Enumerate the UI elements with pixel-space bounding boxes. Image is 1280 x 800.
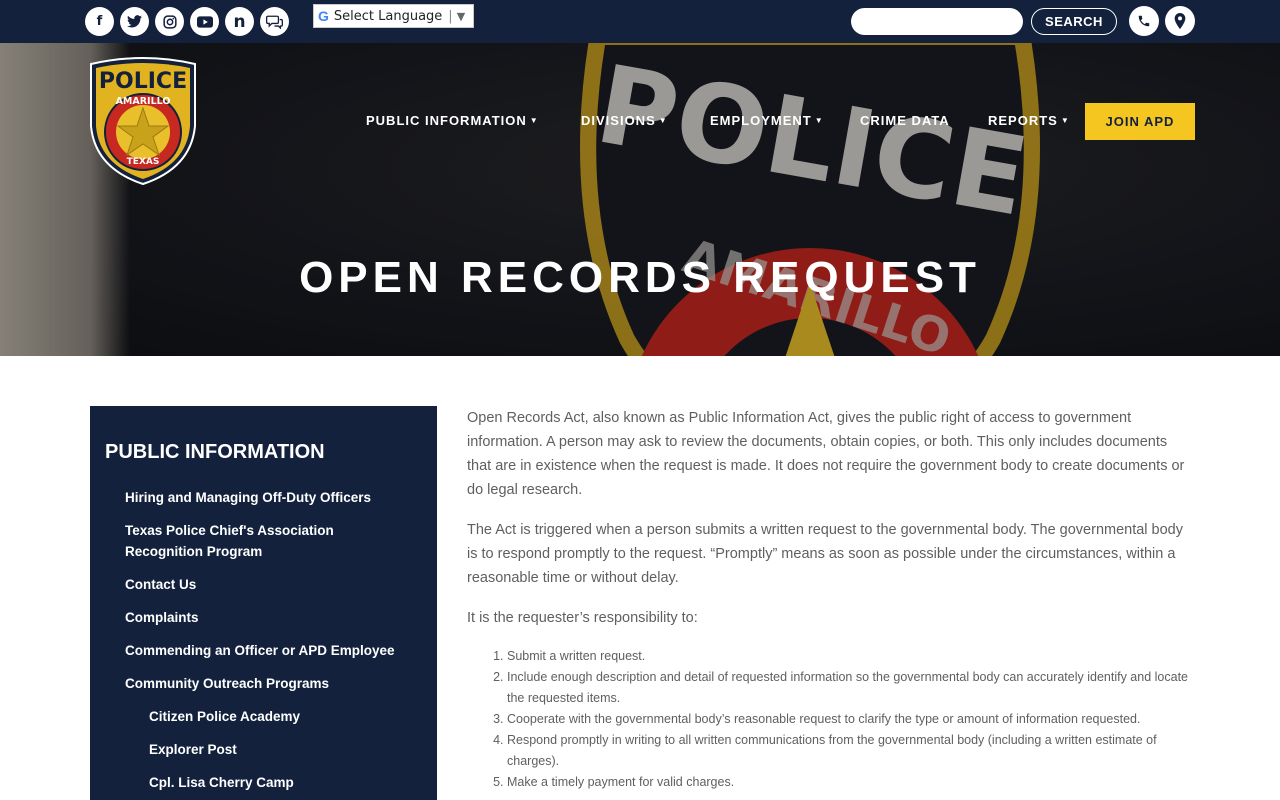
sidebar-item-recognition-program[interactable]: Texas Police Chief's Association Recogni… [125,520,375,562]
sidebar-title: PUBLIC INFORMATION [105,441,325,463]
caret-down-icon: ▼ [1060,116,1070,125]
language-separator: | [448,8,453,24]
list-item: Include enough description and detail of… [507,667,1193,709]
sidebar-item-lisa-cherry-camp[interactable]: Cpl. Lisa Cherry Camp [149,772,419,793]
sidebar-item-commending-officer[interactable]: Commending an Officer or APD Employee [125,640,425,661]
nav-label: CRIME DATA [860,113,950,128]
nav-divisions[interactable]: DIVISIONS ▼ [581,113,668,128]
top-bar: f n G Select Language | ▼ SEARCH [0,0,1280,43]
intro-paragraph: Open Records Act, also known as Public I… [467,410,1185,498]
list-item: Respond promptly in writing to all writt… [507,730,1193,772]
search-button[interactable]: SEARCH [1031,8,1117,35]
trigger-paragraph: The Act is triggered when a person submi… [467,522,1184,586]
caret-down-icon: ▼ [814,116,824,125]
join-apd-button[interactable]: JOIN APD [1085,103,1195,140]
sidebar: PUBLIC INFORMATION Hiring and Managing O… [90,406,437,800]
caret-down-icon: ▼ [658,116,668,125]
nav-crime-data[interactable]: CRIME DATA [860,113,950,128]
nav-public-information[interactable]: PUBLIC INFORMATION ▼ [366,113,539,128]
responsibility-list: Submit a written request. Include enough… [467,646,1193,793]
svg-text:AMARILLO: AMARILLO [116,96,171,107]
list-item: Submit a written request. [507,646,1193,667]
svg-text:TEXAS: TEXAS [127,157,160,167]
sidebar-item-community-outreach[interactable]: Community Outreach Programs [125,673,425,694]
instagram-icon[interactable] [155,7,184,36]
nav-label: PUBLIC INFORMATION [366,113,527,128]
nav-label: REPORTS [988,113,1058,128]
chevron-down-icon: ▼ [456,9,466,23]
language-select[interactable]: G Select Language | ▼ [313,4,474,28]
list-item: Cooperate with the governmental body’s r… [507,709,1193,730]
sidebar-item-citizen-police-academy[interactable]: Citizen Police Academy [149,706,419,727]
chat-icon[interactable] [260,7,289,36]
apd-logo[interactable]: POLICE AMARILLO TEXAS [87,56,199,186]
sidebar-item-explorer-post[interactable]: Explorer Post [149,739,419,760]
nav-label: DIVISIONS [581,113,656,128]
nav-label: EMPLOYMENT [710,113,812,128]
nav-employment[interactable]: EMPLOYMENT ▼ [710,113,824,128]
google-icon: G [318,8,329,24]
main-content: Open Records Act, also known as Public I… [467,406,1193,793]
responsibility-heading: It is the requester’s responsibility to: [467,610,698,626]
svg-text:POLICE: POLICE [99,69,187,94]
facebook-icon[interactable]: f [85,7,114,36]
sidebar-item-complaints[interactable]: Complaints [125,607,415,628]
social-links: f n [85,7,289,36]
twitter-icon[interactable] [120,7,149,36]
nextdoor-icon[interactable]: n [225,7,254,36]
map-marker-icon[interactable] [1165,6,1195,36]
phone-icon[interactable] [1129,6,1159,36]
youtube-icon[interactable] [190,7,219,36]
sidebar-item-contact-us[interactable]: Contact Us [125,574,415,595]
page-title: OPEN RECORDS REQUEST [299,253,981,302]
language-label: Select Language [333,8,443,24]
sidebar-item-off-duty-officers[interactable]: Hiring and Managing Off-Duty Officers [125,487,415,508]
caret-down-icon: ▼ [529,116,539,125]
search-input[interactable] [851,8,1023,35]
nav-reports[interactable]: REPORTS ▼ [988,113,1070,128]
list-item: Make a timely payment for valid charges. [507,772,1193,793]
